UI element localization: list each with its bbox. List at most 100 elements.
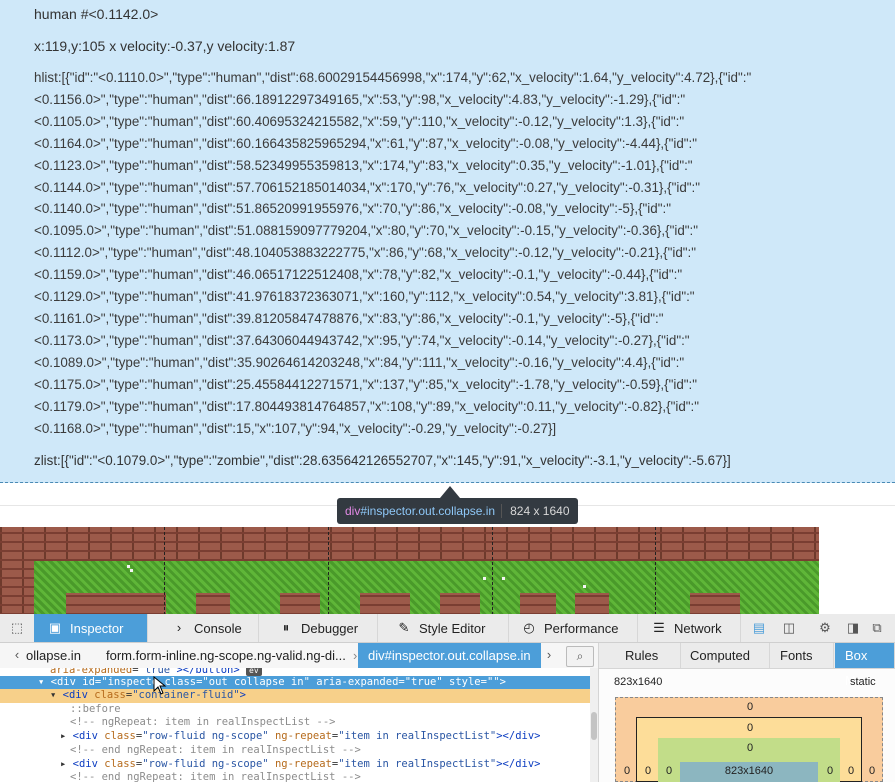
margin-top-value[interactable]: 0 <box>745 701 755 713</box>
sidebar-tabs: Rules Computed Fonts Box Mod <box>599 643 895 688</box>
brick-block <box>360 593 410 615</box>
pick-element-icon[interactable]: ⬚ <box>8 619 26 637</box>
markup-row[interactable]: ▸ <div class="row-fluid ng-scope" ng-rep… <box>0 730 590 744</box>
hlist-line: <0.1156.0>","type":"human","dist":66.189… <box>34 91 686 107</box>
markup-view[interactable]: aria-expanded="true"></button> ev ▾ <div… <box>0 668 590 782</box>
hlist-line: <0.1175.0>","type":"human","dist":25.455… <box>34 376 698 392</box>
event-badge[interactable]: ev <box>246 668 262 676</box>
hlist-line: <0.1144.0>","type":"human","dist":57.706… <box>34 179 700 195</box>
hlist-line: <0.1161.0>","type":"human","dist":39.812… <box>34 310 664 326</box>
brick-block <box>196 593 230 615</box>
tooltip-size: 824 x 1640 <box>501 504 570 518</box>
margin-left-value[interactable]: 0 <box>622 765 632 777</box>
tooltip-classes: .out.collapse.in <box>415 504 496 518</box>
mouse-cursor-icon <box>153 676 167 695</box>
position-readout: x:119,y:105 x velocity:-0.37,y velocity:… <box>34 38 296 54</box>
brick-block <box>280 593 320 615</box>
tab-rules[interactable]: Rules <box>615 643 681 668</box>
tab-network[interactable]: ☰ Network <box>638 614 741 642</box>
style-editor-icon: ✎ <box>398 620 410 635</box>
markup-row[interactable]: ::before <box>0 703 590 717</box>
padding-top-value[interactable]: 0 <box>745 742 755 754</box>
tile-seam <box>328 527 329 615</box>
tab-debugger[interactable]: ⏸ Debugger <box>265 614 378 642</box>
tile-seam <box>164 527 165 615</box>
box-position: static <box>850 676 876 688</box>
highlight-border <box>0 482 895 483</box>
hlist-line: hlist:[{"id":"<0.1110.0>","type":"human"… <box>34 70 752 85</box>
scrollbar-thumb[interactable] <box>591 712 597 740</box>
tab-box-model[interactable]: Box Mod <box>835 643 895 688</box>
markup-row[interactable]: <!-- end ngRepeat: item in realInspectLi… <box>0 744 590 758</box>
tab-computed[interactable]: Computed <box>680 643 770 668</box>
hlist-line: <0.1159.0>","type":"human","dist":46.065… <box>34 267 683 283</box>
hlist-line: <0.1140.0>","type":"human","dist":51.865… <box>34 201 671 217</box>
devtools-toolbar: ⬚ ▣ Inspector › Console ⏸ Debugger ✎ Style E… <box>0 614 895 643</box>
brick-block <box>575 593 609 615</box>
breadcrumb-selected[interactable]: div#inspector.out.collapse.in <box>358 643 541 668</box>
border-left-value[interactable]: 0 <box>643 765 653 777</box>
border-top-value[interactable]: 0 <box>745 722 755 734</box>
hlist-line: <0.1095.0>","type":"human","dist":51.088… <box>34 223 699 239</box>
hlist-line: <0.1173.0>","type":"human","dist":37.643… <box>34 332 690 348</box>
hlist-line: <0.1123.0>","type":"human","dist":58.523… <box>34 157 693 173</box>
box-dimensions: 823x1640 <box>614 676 663 688</box>
tab-performance[interactable]: ◴ Performance <box>508 614 638 642</box>
markup-row[interactable]: <!-- ngRepeat: item in realInspectList -… <box>0 716 590 730</box>
human-sprite <box>502 577 505 580</box>
brick-block <box>520 593 556 615</box>
margin-right-value[interactable]: 0 <box>867 765 877 777</box>
tab-console[interactable]: › Console <box>158 614 259 642</box>
inspector-panel: human #<0.1142.0> x:119,y:105 x velocity… <box>0 0 895 483</box>
markup-row-selected[interactable]: ▾ <div id="inspecto class="out collapse … <box>0 676 590 690</box>
human-sprite <box>483 577 486 580</box>
console-icon: › <box>176 620 182 635</box>
tooltip-arrow <box>440 486 460 498</box>
screenshot-icon[interactable]: ◫ <box>780 619 798 637</box>
network-icon: ☰ <box>653 620 665 635</box>
padding-right-value[interactable]: 0 <box>825 765 835 777</box>
content-size-value[interactable]: 823x1640 <box>690 765 808 777</box>
hlist-line: <0.1089.0>","type":"human","dist":35.902… <box>34 354 685 370</box>
breadcrumb-item[interactable]: form.form-inline.ng-scope.ng-valid.ng-di… <box>106 643 346 668</box>
chevron-left-icon[interactable]: ‹ <box>8 646 26 664</box>
debugger-icon: ⏸ <box>282 620 290 635</box>
separate-window-icon[interactable]: ⧉ <box>868 619 886 637</box>
search-icon[interactable]: ⌕ <box>566 646 594 667</box>
game-canvas[interactable] <box>0 527 819 615</box>
tooltip-tag: div <box>345 504 361 518</box>
brick-block <box>690 593 740 615</box>
zlist-text: zlist:[{"id":"<0.1079.0>","type":"zombie… <box>34 453 731 468</box>
hlist-line: <0.1164.0>","type":"human","dist":60.166… <box>34 135 698 151</box>
hlist-line: <0.1129.0>","type":"human","dist":41.976… <box>34 289 695 305</box>
human-id-label: human #<0.1142.0> <box>34 6 159 22</box>
border-right-value[interactable]: 0 <box>846 765 856 777</box>
hlist-line: <0.1112.0>","type":"human","dist":48.104… <box>34 245 697 261</box>
tile-seam <box>492 527 493 615</box>
tile-seam <box>655 527 656 615</box>
hlist-line: <0.1105.0>","type":"human","dist":60.406… <box>34 113 685 129</box>
markup-row[interactable]: ▾ <div class="container-fluid"> <box>0 689 590 703</box>
dock-side-icon[interactable]: ◨ <box>844 619 862 637</box>
node-tooltip: div#inspector.out.collapse.in 824 x 1640 <box>337 498 578 524</box>
hlist-text: hlist:[{"id":"<0.1110.0>","type":"human"… <box>34 67 834 439</box>
responsive-mode-icon[interactable]: ▤ <box>750 619 768 637</box>
settings-icon[interactable]: ⚙ <box>816 619 834 637</box>
padding-left-value[interactable]: 0 <box>664 765 674 777</box>
markup-row[interactable]: <!-- end ngRepeat: item in realInspectLi… <box>0 771 590 782</box>
brick-block <box>66 593 166 615</box>
brick-block <box>440 593 480 615</box>
tab-style-editor[interactable]: ✎ Style Editor <box>383 614 509 642</box>
human-sprite <box>130 569 133 572</box>
hlist-line: <0.1168.0>","type":"human","dist":15,"x"… <box>34 420 557 436</box>
breadcrumb-item[interactable]: ollapse.in <box>26 643 81 668</box>
tab-fonts[interactable]: Fonts <box>770 643 834 668</box>
human-sprite <box>127 565 130 568</box>
tooltip-id: #inspector <box>360 504 416 518</box>
performance-icon: ◴ <box>523 620 535 635</box>
hlist-line: <0.1179.0>","type":"human","dist":17.804… <box>34 398 699 414</box>
chevron-right-icon[interactable]: › <box>540 646 558 664</box>
human-sprite <box>583 585 586 588</box>
markup-row[interactable]: ▸ <div class="row-fluid ng-scope" ng-rep… <box>0 758 590 772</box>
tab-inspector[interactable]: ▣ Inspector <box>34 614 148 642</box>
